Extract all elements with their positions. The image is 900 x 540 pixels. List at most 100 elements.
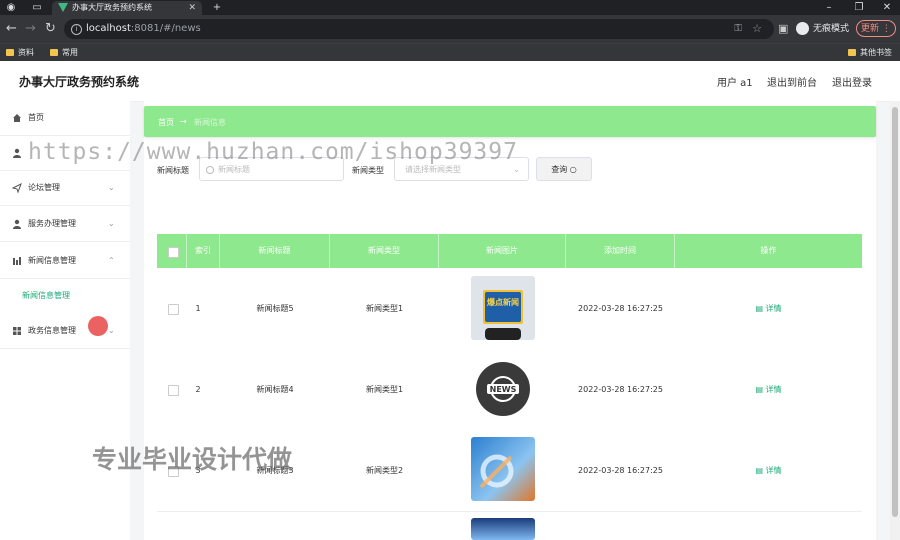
folder-icon bbox=[6, 49, 14, 56]
search-icon bbox=[206, 166, 214, 174]
bookmark-folder-1[interactable]: 常用 bbox=[50, 46, 78, 60]
breadcrumb: 首页 → 新闻信息 bbox=[144, 106, 876, 137]
type-filter-label: 新闻类型 bbox=[352, 166, 384, 175]
send-icon bbox=[12, 183, 22, 193]
cell-type: 新闻类型1 bbox=[365, 304, 404, 313]
select-all-checkbox[interactable] bbox=[168, 247, 179, 258]
news-image: 爆点新闻 bbox=[471, 276, 535, 340]
sidebar-item-label: 首页 bbox=[28, 113, 44, 122]
sidebar-item-home[interactable]: 首页 bbox=[0, 101, 130, 136]
logout-link[interactable]: 退出登录 bbox=[832, 74, 872, 89]
table-header: 索引 新闻标题 新闻类型 新闻图片 添加时间 操作 bbox=[157, 234, 862, 268]
tab-overview-icon[interactable]: ▭ bbox=[30, 0, 44, 15]
incognito-icon bbox=[796, 22, 809, 35]
detail-label: 详情 bbox=[765, 304, 782, 313]
url-path: :8081/#/news bbox=[130, 23, 201, 34]
row-checkbox[interactable] bbox=[168, 304, 179, 315]
bookmarks-bar: 资料 常用 其他书签 bbox=[0, 43, 900, 62]
chevron-down-icon: ⌄ bbox=[108, 326, 115, 335]
user-icon bbox=[13, 219, 21, 229]
sidebar-item-forum[interactable]: 论坛管理 ⌄ bbox=[0, 171, 130, 206]
chevron-down-icon: ⌄ bbox=[108, 219, 115, 228]
window-close-icon[interactable]: ✕ bbox=[880, 0, 894, 15]
breadcrumb-current: 新闻信息 bbox=[194, 118, 226, 127]
row-checkbox[interactable] bbox=[168, 385, 179, 396]
back-icon[interactable]: ← bbox=[6, 20, 17, 38]
folder-icon bbox=[50, 49, 58, 56]
cursor-highlight bbox=[88, 316, 108, 336]
browser-toolbar: ← → ↻ i localhost:8081/#/news ⚿ ☆ ▣ 无痕模式… bbox=[0, 15, 900, 43]
address-bar[interactable]: i localhost:8081/#/news ⚿ ☆ bbox=[64, 19, 774, 39]
news-abstract-graphic bbox=[479, 454, 514, 489]
header-action: 操作 bbox=[760, 246, 777, 255]
password-key-icon[interactable]: ⚿ bbox=[734, 19, 742, 39]
current-user: 用户 a1 bbox=[717, 78, 753, 89]
sidebar-item-label: 论坛管理 bbox=[28, 183, 60, 192]
other-bookmarks[interactable]: 其他书签 bbox=[848, 46, 892, 60]
sidebar-item-label: 新闻信息管理 bbox=[28, 256, 76, 265]
detail-button[interactable]: ▤ 详情 bbox=[675, 349, 862, 430]
text-watermark: 专业毕业设计代做 bbox=[92, 445, 293, 474]
browser-tab[interactable]: 办事大厅政务预约系统 ✕ bbox=[52, 1, 202, 15]
sidebar-item-service[interactable]: 服务办理管理 ⌄ bbox=[0, 207, 130, 242]
app-header: 办事大厅政务预约系统 用户 a1 退出到前台 退出登录 bbox=[0, 61, 900, 102]
detail-button[interactable]: ▤ 详情 bbox=[675, 430, 862, 511]
cell-index: 1 bbox=[195, 304, 201, 313]
header-title[interactable]: 新闻标题 bbox=[220, 234, 330, 268]
browser-tab-title: 办事大厅政务预约系统 bbox=[72, 3, 152, 12]
side-panel-icon[interactable]: ▣ bbox=[778, 20, 788, 38]
cell-time: 2022-03-28 16:27:25 bbox=[578, 385, 663, 394]
title-filter-label: 新闻标题 bbox=[157, 166, 189, 175]
sidebar-item-gov-info[interactable]: 政务信息管理 ⌄ bbox=[0, 314, 130, 349]
header-index[interactable]: 索引 bbox=[187, 234, 220, 268]
detail-button[interactable]: ▤ 详情 bbox=[675, 268, 862, 349]
home-icon bbox=[13, 114, 21, 122]
news-globe-graphic: NEWS bbox=[476, 362, 530, 416]
cell-title: 新闻标题5 bbox=[256, 304, 294, 313]
minimize-icon[interactable]: – bbox=[822, 0, 836, 15]
forward-icon[interactable]: → bbox=[25, 20, 36, 38]
header-type[interactable]: 新闻类型 bbox=[330, 234, 439, 268]
restore-icon[interactable]: ❐ bbox=[852, 0, 866, 15]
bookmark-star-icon[interactable]: ☆ bbox=[752, 19, 762, 39]
sidebar-item-label: 服务办理管理 bbox=[28, 219, 76, 228]
grid-icon bbox=[13, 327, 21, 335]
update-button[interactable]: 更新 ⋮ bbox=[856, 20, 896, 37]
bookmark-folder-0[interactable]: 资料 bbox=[6, 46, 34, 60]
close-tab-icon[interactable]: ✕ bbox=[188, 1, 196, 15]
table-row: 1 新闻标题5 新闻类型1 爆点新闻 2022-03-28 16:27:25 ▤… bbox=[157, 268, 862, 350]
cell-time: 2022-03-28 16:27:25 bbox=[578, 304, 663, 313]
scrollbar-thumb[interactable] bbox=[892, 107, 898, 517]
chrome-menu-icon[interactable]: ◉ bbox=[4, 0, 18, 15]
table-row: 2 新闻标题4 新闻类型1 NEWS 2022-03-28 16:27:25 ▤… bbox=[157, 349, 862, 431]
cell-index: 2 bbox=[195, 385, 201, 394]
url-watermark: https://www.huzhan.com/ishop39397 bbox=[28, 139, 518, 165]
other-bookmarks-label: 其他书签 bbox=[860, 48, 892, 57]
header-time[interactable]: 添加时间 bbox=[566, 234, 675, 268]
title-search-placeholder: 新闻标题 bbox=[218, 165, 250, 174]
chart-icon bbox=[13, 257, 21, 265]
news-image-text: NEWS bbox=[490, 385, 517, 394]
sidebar-subitem-news-info[interactable]: 新闻信息管理 bbox=[22, 290, 70, 301]
chevron-up-icon: ⌃ bbox=[108, 256, 115, 265]
news-image-text: 爆点新闻 bbox=[487, 297, 519, 307]
cell-time: 2022-03-28 16:27:25 bbox=[578, 466, 663, 475]
type-select-placeholder: 请选择新闻类型 bbox=[405, 165, 461, 174]
folder-icon bbox=[848, 49, 856, 56]
page-scrollbar[interactable] bbox=[890, 101, 900, 540]
incognito-indicator[interactable]: 无痕模式 bbox=[796, 19, 849, 39]
cell-title: 新闻标题4 bbox=[256, 385, 294, 394]
sidebar-item-news[interactable]: 新闻信息管理 ⌃ bbox=[0, 244, 130, 279]
url-host: localhost bbox=[86, 23, 131, 34]
site-info-icon[interactable]: i bbox=[71, 24, 82, 35]
reload-icon[interactable]: ↻ bbox=[45, 20, 56, 38]
detail-label: 详情 bbox=[765, 385, 782, 394]
query-button[interactable]: 查询 ○ bbox=[536, 157, 592, 181]
news-image: NEWS bbox=[471, 357, 535, 421]
new-tab-icon[interactable]: + bbox=[210, 0, 224, 15]
bookmark-label: 常用 bbox=[62, 48, 78, 57]
detail-label: 详情 bbox=[765, 466, 782, 475]
front-page-link[interactable]: 退出到前台 bbox=[767, 74, 817, 89]
breadcrumb-home[interactable]: 首页 bbox=[158, 117, 174, 128]
header-image[interactable]: 新闻图片 bbox=[439, 234, 566, 268]
